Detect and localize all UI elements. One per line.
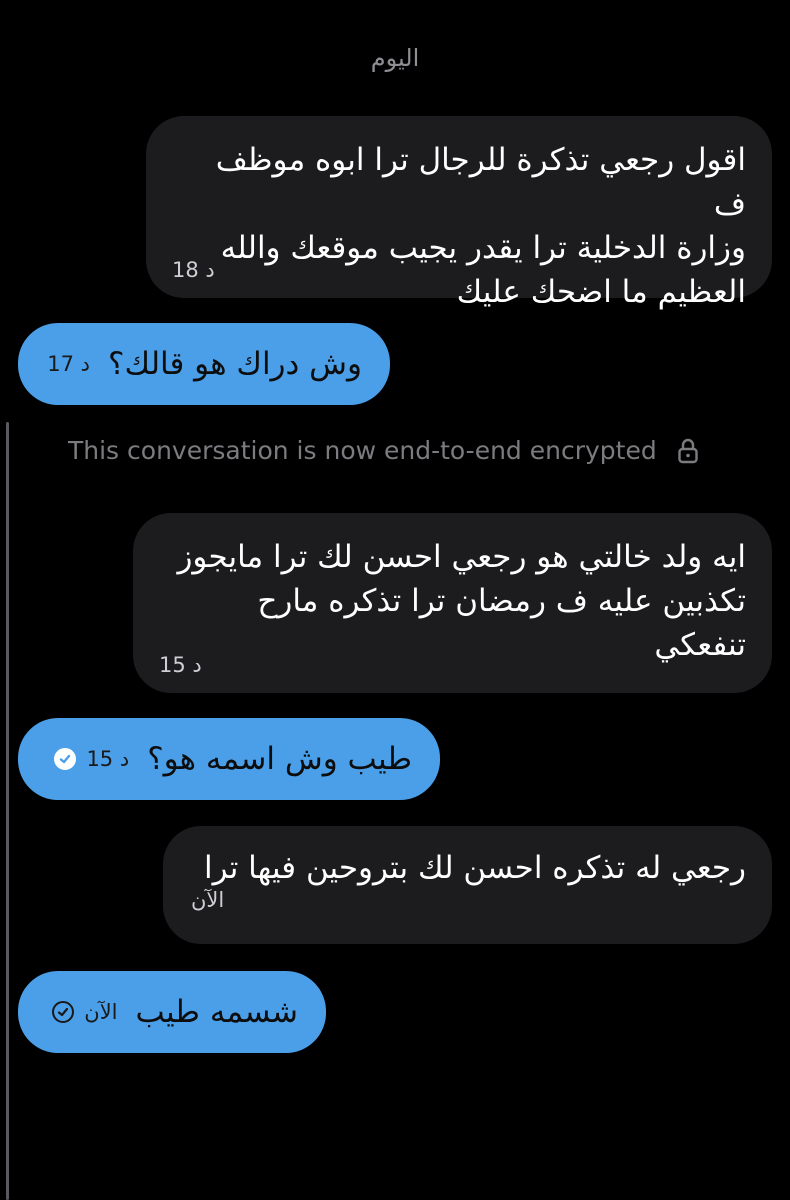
message-time: 17 د [47,352,91,376]
message-text: ايه ولد خالتي هو رجعي احسن لك ترا مايجوز… [177,539,746,663]
sent-message[interactable]: شسمه طيب الآن [18,971,326,1053]
read-receipt-icon [54,748,77,770]
message-meta: 17 د [47,352,90,376]
message-meta: الآن [52,1000,118,1024]
message-meta: 15 د [54,747,129,771]
sent-message[interactable]: وش دراك هو قالك؟ 17 د [18,323,390,405]
sent-receipt-icon [52,1001,75,1023]
message-time: 15 د [159,653,202,677]
message-text: اقول رجعي تذكرة للرجال ترا ابوه موظف ف و… [215,142,746,310]
message-text: طيب وش اسمه هو؟ [147,741,412,777]
date-separator: اليوم [370,44,420,72]
message-time: الآن [84,1000,118,1024]
message-text: رجعي له تذكره احسن لك بتروحين فيها ترا [203,850,746,886]
message-time: الآن [191,888,225,912]
received-message[interactable]: ايه ولد خالتي هو رجعي احسن لك ترا مايجوز… [133,513,772,693]
thread-line [6,422,9,1200]
received-message[interactable]: اقول رجعي تذكرة للرجال ترا ابوه موظف ف و… [146,116,772,310]
encryption-notice: This conversation is now end-to-end encr… [68,436,699,465]
lock-icon [678,438,698,463]
message-time: 18 د [172,258,215,282]
message-text: شسمه طيب [135,994,299,1030]
encryption-text: This conversation is now end-to-end encr… [68,436,657,465]
sent-message[interactable]: طيب وش اسمه هو؟ 15 د [18,718,440,800]
message-text: وش دراك هو قالك؟ [108,346,362,382]
received-message[interactable]: رجعي له تذكره احسن لك بتروحين فيها ترا ا… [163,826,772,944]
message-time: 15 د [86,747,130,771]
